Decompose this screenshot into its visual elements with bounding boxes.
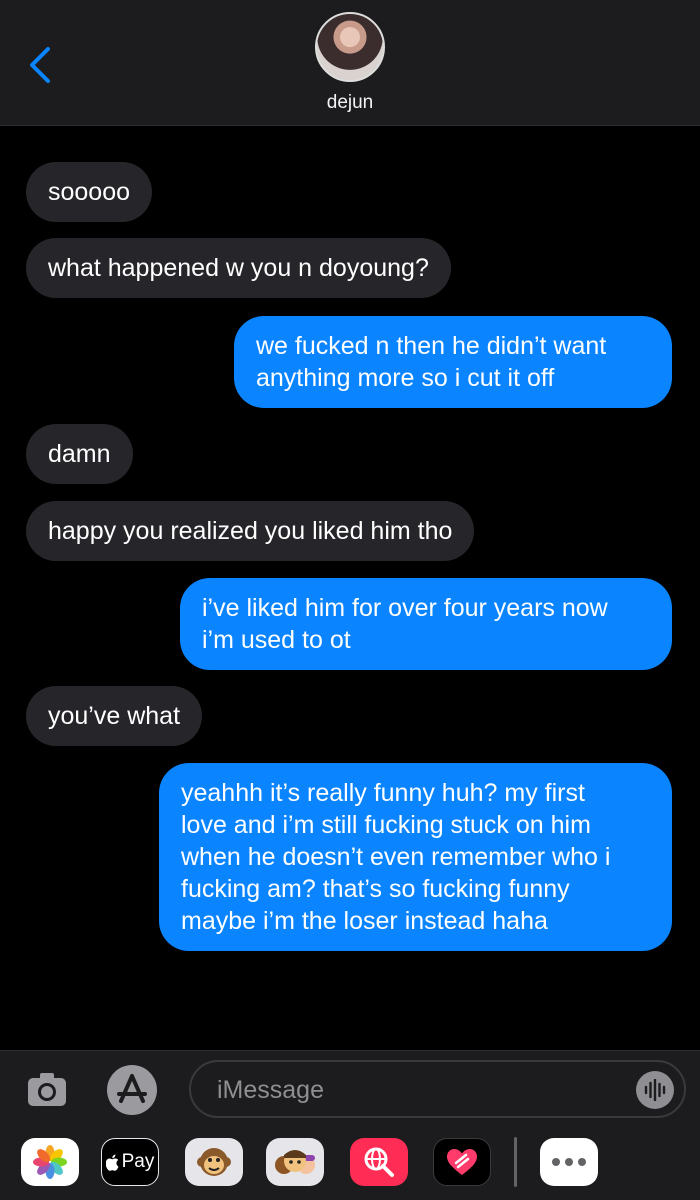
message-line: sooooo [48,178,131,206]
heart-touch-icon [447,1149,477,1175]
apple-logo-icon [105,1154,119,1171]
message-bubble-outgoing[interactable]: we fucked n then he didn’t want anything… [234,316,672,408]
globe-search-icon [364,1147,394,1177]
app-store-icon [107,1065,157,1115]
contact-avatar[interactable] [315,12,385,82]
memoji-faces-icon [275,1150,315,1174]
app-drawer-divider [514,1137,517,1187]
conversation-header: dejun [0,0,700,126]
apple-pay-label: Pay [121,1151,155,1172]
message-line: love and i’m still fucking stuck on him [181,811,591,839]
message-line: i’m used to ot [202,626,351,654]
message-line: you’ve what [48,702,181,730]
message-line: fucking am? that’s so fucking funny [181,875,570,903]
message-thread: sooooo what happened w you n doyoung? we… [0,125,700,1050]
audio-message-button[interactable] [636,1071,674,1109]
message-input[interactable] [215,1071,619,1109]
message-line: what happened w you n doyoung? [48,254,429,282]
message-bubble-incoming[interactable]: damn [26,424,133,484]
contact-name[interactable]: dejun [0,92,700,114]
message-line: i’ve liked him for over four years now [202,594,608,622]
memoji-stickers-app-button[interactable] [266,1138,324,1186]
message-line: when he doesn’t even remember who i [181,843,611,871]
photos-app-button[interactable] [21,1138,79,1186]
message-bubble-incoming[interactable]: sooooo [26,162,153,222]
message-bubble-incoming[interactable]: happy you realized you liked him tho [26,501,475,561]
more-apps-button[interactable] [540,1138,598,1186]
message-line: we fucked n then he didn’t want [256,332,607,360]
message-line: maybe i’m the loser instead haha [181,907,548,935]
message-line: yeahhh it’s really funny huh? my first [181,779,585,807]
camera-button[interactable] [26,1069,68,1109]
camera-icon [28,1073,66,1106]
chevron-left-icon [30,47,50,83]
web-images-search-app-button[interactable] [350,1138,408,1186]
more-dots-icon [552,1158,586,1166]
message-bubble-incoming[interactable]: you’ve what [26,686,203,746]
message-bubble-incoming[interactable]: what happened w you n doyoung? [26,238,451,298]
back-button[interactable] [20,40,60,90]
app-drawer: Pay [0,1125,700,1200]
monkey-face-icon [197,1148,231,1176]
imessage-field[interactable] [189,1060,686,1118]
digital-touch-app-button[interactable] [433,1138,491,1186]
app-store-button[interactable] [105,1063,159,1117]
photos-app-icon [33,1145,67,1179]
message-line: happy you realized you liked him tho [48,517,453,545]
apple-pay-app-button[interactable]: Pay [101,1138,159,1186]
message-line: anything more so i cut it off [256,364,555,392]
compose-bar [0,1050,700,1126]
message-bubble-outgoing[interactable]: yeahhh it’s really funny huh? my first l… [159,763,672,951]
waveform-icon [644,1079,666,1101]
animoji-app-button[interactable] [185,1138,243,1186]
message-line: damn [48,440,111,468]
message-bubble-outgoing[interactable]: i’ve liked him for over four years now i… [180,578,672,670]
